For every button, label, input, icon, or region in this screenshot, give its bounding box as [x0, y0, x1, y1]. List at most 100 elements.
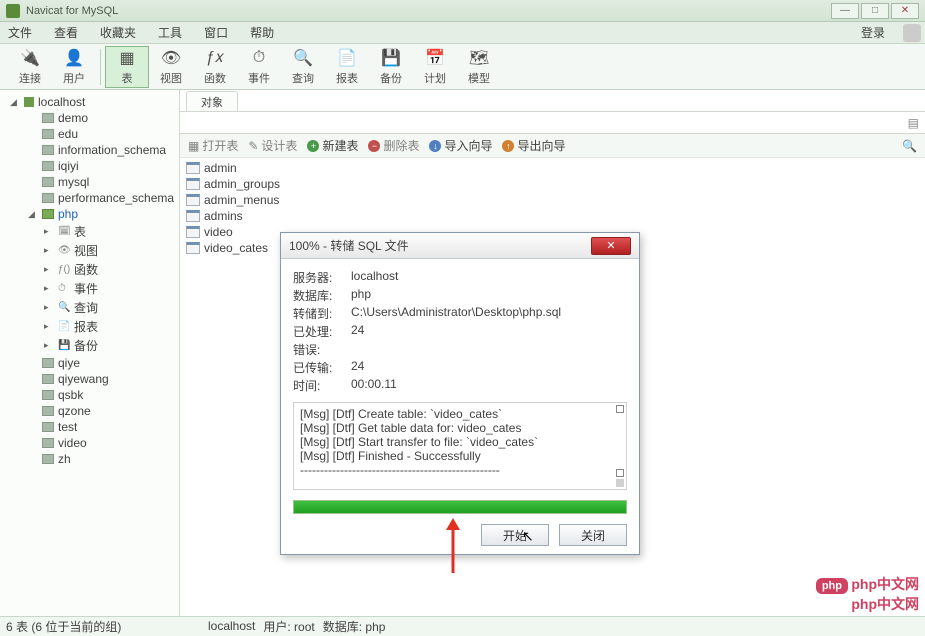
- collapse-icon[interactable]: ◢: [10, 97, 20, 108]
- watermark: php php中文网 php中文网: [816, 574, 919, 614]
- table-row[interactable]: admin: [180, 160, 925, 176]
- menu-favorites[interactable]: 收藏夹: [96, 22, 140, 43]
- value-db: php: [351, 287, 627, 304]
- connection-icon: [24, 97, 34, 107]
- statusbar: 6 表 (6 位于当前的组): [0, 616, 925, 636]
- db-label: zh: [58, 452, 71, 466]
- action-create[interactable]: +新建表: [307, 137, 358, 154]
- database-icon: [42, 145, 54, 155]
- child-icon: 🔍: [58, 302, 70, 313]
- tool-table[interactable]: ▦表: [105, 46, 149, 88]
- tree-child[interactable]: ▸ƒ()函数: [0, 260, 179, 279]
- database-icon: [42, 406, 54, 416]
- action-design[interactable]: ✎设计表: [248, 137, 297, 154]
- label-server: 服务器:: [293, 269, 351, 286]
- tool-query[interactable]: 🔍查询: [281, 46, 325, 88]
- tool-backup[interactable]: 💾备份: [369, 46, 413, 88]
- action-delete[interactable]: −删除表: [368, 137, 419, 154]
- action-import[interactable]: ↓导入向导: [429, 137, 492, 154]
- tree-db[interactable]: video: [0, 435, 179, 451]
- scroll-down-icon[interactable]: [616, 469, 624, 477]
- action-export[interactable]: ↑导出向导: [502, 137, 565, 154]
- watermark-text: php中文网 php中文网: [851, 576, 919, 612]
- tree-child[interactable]: ▸📄报表: [0, 317, 179, 336]
- tool-plan[interactable]: 📅计划: [413, 46, 457, 88]
- tree-db[interactable]: edu: [0, 126, 179, 142]
- titlebar: Navicat for MySQL — □ ✕: [0, 0, 925, 22]
- collapse-icon[interactable]: ◢: [28, 209, 38, 220]
- menu-view[interactable]: 查看: [50, 22, 82, 43]
- tree-db[interactable]: test: [0, 419, 179, 435]
- dialog-close-button[interactable]: ✕: [591, 237, 631, 255]
- tree-db[interactable]: qzone: [0, 403, 179, 419]
- search-input[interactable]: [180, 114, 902, 132]
- scroll-up-icon[interactable]: [616, 405, 624, 413]
- menu-tools[interactable]: 工具: [154, 22, 186, 43]
- annotation-arrow: [443, 518, 463, 578]
- tree-db[interactable]: zh: [0, 451, 179, 467]
- tab-objects[interactable]: 对象: [186, 91, 238, 111]
- event-icon: ⏱: [248, 48, 270, 68]
- tree-child[interactable]: ▸💾备份: [0, 336, 179, 355]
- menu-window[interactable]: 窗口: [200, 22, 232, 43]
- db-label: qsbk: [58, 388, 83, 402]
- database-icon: [42, 454, 54, 464]
- tree-db[interactable]: information_schema: [0, 142, 179, 158]
- tree-child[interactable]: ▸🗓表: [0, 222, 179, 241]
- value-server: localhost: [351, 269, 627, 286]
- tree-db[interactable]: demo: [0, 110, 179, 126]
- tool-model[interactable]: 🗺模型: [457, 46, 501, 88]
- table-name: admin_menus: [204, 193, 279, 207]
- dialog-log[interactable]: [Msg] [Dtf] Create table: `video_cates`[…: [293, 402, 627, 490]
- label-processed: 已处理:: [293, 323, 351, 340]
- db-label: test: [58, 420, 77, 434]
- menu-login[interactable]: 登录: [857, 22, 889, 43]
- tree-child[interactable]: ▸🔍查询: [0, 298, 179, 317]
- action-open[interactable]: ▦打开表: [188, 137, 238, 154]
- plug-icon: 🔌: [19, 48, 41, 68]
- tree-db-php[interactable]: ◢ php: [0, 206, 179, 222]
- tool-connect[interactable]: 🔌连接: [8, 46, 52, 88]
- db-label: mysql: [58, 175, 89, 189]
- tool-event[interactable]: ⏱事件: [237, 46, 281, 88]
- log-line: [Msg] [Dtf] Finished - Successfully: [300, 449, 620, 463]
- close-button[interactable]: 关闭: [559, 524, 627, 546]
- tree-db[interactable]: qiye: [0, 355, 179, 371]
- tab-strip: 对象: [180, 90, 925, 112]
- db-label: video: [58, 436, 87, 450]
- scroll-thumb[interactable]: [616, 479, 624, 487]
- minimize-button[interactable]: —: [831, 3, 859, 19]
- maximize-button[interactable]: □: [861, 3, 889, 19]
- tree-db[interactable]: iqiyi: [0, 158, 179, 174]
- avatar-icon[interactable]: [903, 24, 921, 42]
- table-name: admin_groups: [204, 177, 280, 191]
- menu-file[interactable]: 文件: [4, 22, 36, 43]
- menu-help[interactable]: 帮助: [246, 22, 278, 43]
- tool-report[interactable]: 📄报表: [325, 46, 369, 88]
- table-row[interactable]: admin_groups: [180, 176, 925, 192]
- toolbar-separator: [100, 49, 101, 85]
- tree-child[interactable]: ▸👁视图: [0, 241, 179, 260]
- table-name: admins: [204, 209, 243, 223]
- list-layout-icon[interactable]: ▤: [908, 116, 919, 130]
- tool-view[interactable]: 👁视图: [149, 46, 193, 88]
- database-icon: [42, 209, 54, 219]
- database-icon: [42, 422, 54, 432]
- db-label: qiyewang: [58, 372, 109, 386]
- tool-user[interactable]: 👤用户: [52, 46, 96, 88]
- connection-tree[interactable]: ◢ localhost demoeduinformation_schemaiqi…: [0, 90, 180, 616]
- start-button[interactable]: 开始 ↖: [481, 524, 549, 546]
- tree-child[interactable]: ▸⏱事件: [0, 279, 179, 298]
- tool-function[interactable]: ƒ𝑥函数: [193, 46, 237, 88]
- table-row[interactable]: admins: [180, 208, 925, 224]
- dialog-titlebar[interactable]: 100% - 转储 SQL 文件 ✕: [281, 233, 639, 259]
- tree-db[interactable]: performance_schema: [0, 190, 179, 206]
- tree-db[interactable]: mysql: [0, 174, 179, 190]
- tree-connection[interactable]: ◢ localhost: [0, 94, 179, 110]
- table-row[interactable]: admin_menus: [180, 192, 925, 208]
- child-label: 表: [74, 223, 86, 240]
- close-button[interactable]: ✕: [891, 3, 919, 19]
- tree-db[interactable]: qsbk: [0, 387, 179, 403]
- search-icon[interactable]: 🔍: [902, 139, 917, 153]
- tree-db[interactable]: qiyewang: [0, 371, 179, 387]
